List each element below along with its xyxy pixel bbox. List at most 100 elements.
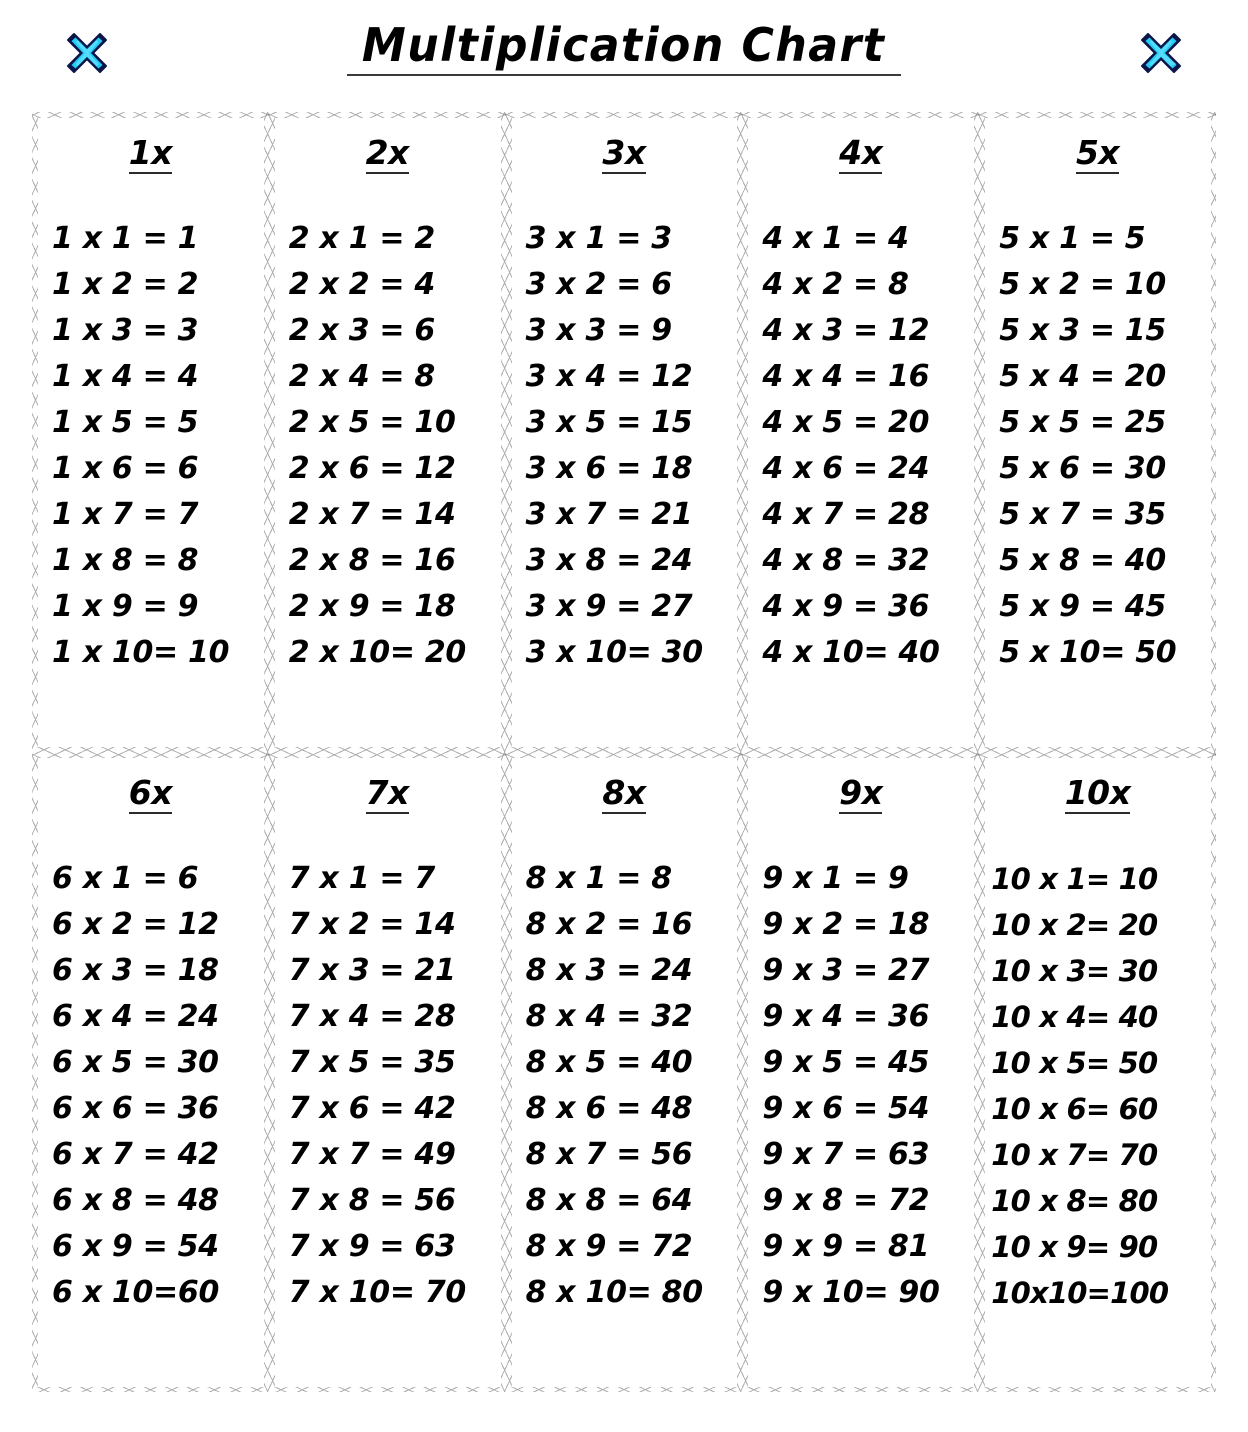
fact-row: 4 x 5 = 20 [762,405,930,440]
fact-row: 8 x 4 = 32 [525,999,693,1034]
fact-row: 5 x 8 = 40 [999,543,1166,578]
fact-row: 2 x 9 = 18 [288,589,456,624]
table-header-3x: 3x [602,136,646,174]
fact-row: 5 x 1 = 5 [999,221,1146,256]
fact-row: 7 x 7 = 49 [288,1137,456,1172]
table-header-10x: 10x [1064,773,1131,814]
fact-row: 3 x 3 = 9 [525,313,672,348]
fact-row: 4 x 4 = 16 [762,359,930,394]
fact-row: 1 x 8 = 8 [52,543,199,578]
fact-list-1x: 1 x 1 = 1 1 x 2 = 2 1 x 3 = 3 1 x 4 = 4 … [32,216,269,676]
cell-border-top-icon [268,112,506,118]
table-header-5x: 5x [1075,133,1120,174]
fact-row: 1 x 3 = 3 [52,313,199,348]
cell-border-bottom-icon [742,1387,980,1392]
fact-row: 9 x 9 = 81 [762,1229,930,1264]
fact-row: 4 x 2 = 8 [762,267,909,302]
table-cell-5x: 5x 5 x 1 = 5 5 x 2 = 10 5 x 3 = 15 5 x 4… [979,112,1216,752]
table-header-label: 2x [365,133,410,172]
fact-row: 7 x 1 = 7 [288,861,435,896]
table-cell-6x: 6x 6 x 1 = 6 6 x 2 = 12 6 x 3 = 18 6 x 4… [32,752,269,1392]
x-mark-icon-right [1137,28,1185,76]
fact-row: 1 x 9 = 9 [52,589,199,624]
fact-row: 4 x 1 = 4 [762,221,909,256]
cell-border-top-icon [742,752,980,758]
table-header-4x: 4x [839,136,883,174]
fact-row: 4 x 7 = 28 [762,497,930,532]
fact-row: 10 x 5= 50 [991,1046,1158,1080]
fact-row: 4 x 8 = 32 [762,543,930,578]
fact-row: 2 x 8 = 16 [288,543,456,578]
fact-row: 1 x 10= 10 [52,635,230,670]
fact-row: 8 x 6 = 48 [525,1091,693,1126]
table-header-9x: 9x [839,776,883,814]
fact-row: 9 x 2 = 18 [762,907,930,942]
cell-border-top-icon [32,112,269,118]
table-cell-7x: 7x 7 x 1 = 7 7 x 2 = 14 7 x 3 = 21 7 x 4… [268,752,506,1392]
fact-list-3x: 3 x 1 = 3 3 x 2 = 6 3 x 3 = 9 3 x 4 = 12… [506,216,743,676]
table-header-underline [128,812,173,814]
fact-row: 6 x 7 = 42 [52,1137,219,1172]
fact-row: 6 x 10=60 [52,1275,220,1310]
table-header-label: 10x [1064,773,1131,812]
fact-row: 4 x 6 = 24 [762,451,930,486]
fact-row: 3 x 5 = 15 [525,405,693,440]
table-header-label: 1x [128,133,173,172]
fact-row: 1 x 1 = 1 [52,221,199,256]
table-cell-9x: 9x 9 x 1 = 9 9 x 2 = 18 9 x 3 = 27 9 x 4… [742,752,980,1392]
fact-row: 9 x 6 = 54 [762,1091,930,1126]
fact-row: 3 x 9 = 27 [525,589,693,624]
fact-row: 6 x 9 = 54 [52,1229,219,1264]
table-cell-8x: 8x 8 x 1 = 8 8 x 2 = 16 8 x 3 = 24 8 x 4… [505,752,743,1392]
fact-row: 9 x 10= 90 [762,1275,940,1310]
cell-border-top-icon [505,752,743,758]
fact-row: 10 x 8= 80 [991,1184,1158,1218]
fact-list-6x: 6 x 1 = 6 6 x 2 = 12 6 x 3 = 18 6 x 4 = … [32,856,269,1316]
fact-row: 1 x 6 = 6 [52,451,199,486]
fact-row: 9 x 1 = 9 [762,861,909,896]
cell-border-top-icon [268,752,506,758]
table-header-8x: 8x [602,776,646,814]
fact-row: 10 x 2= 20 [991,908,1158,942]
fact-row: 7 x 10= 70 [288,1275,467,1310]
fact-row: 7 x 3 = 21 [288,953,456,988]
table-header-underline [839,172,883,174]
cell-border-top-icon [979,752,1216,758]
fact-row: 5 x 7 = 35 [999,497,1166,532]
table-cell-3x: 3x 3 x 1 = 3 3 x 2 = 6 3 x 3 = 9 3 x 4 =… [505,112,743,752]
fact-list-5x: 5 x 1 = 5 5 x 2 = 10 5 x 3 = 15 5 x 4 = … [979,216,1216,676]
fact-row: 6 x 1 = 6 [52,861,199,896]
table-header-underline [602,812,646,814]
fact-row: 1 x 7 = 7 [52,497,199,532]
fact-row: 9 x 5 = 45 [762,1045,930,1080]
cell-border-bottom-icon [979,1387,1216,1392]
fact-row: 10 x 1= 10 [991,862,1158,896]
fact-row: 7 x 9 = 63 [288,1229,456,1264]
fact-row: 1 x 5 = 5 [52,405,199,440]
table-header-underline [365,812,409,814]
table-header-7x: 7x [365,776,409,814]
table-header-underline [602,172,646,174]
fact-row: 2 x 6 = 12 [288,451,456,486]
table-cell-2x: 2x 2 x 1 = 2 2 x 2 = 4 2 x 3 = 6 2 x 4 =… [268,112,506,752]
fact-row: 4 x 9 = 36 [762,589,930,624]
fact-list-2x: 2 x 1 = 2 2 x 2 = 4 2 x 3 = 6 2 x 4 = 8 … [269,216,506,676]
fact-row: 5 x 2 = 10 [999,267,1166,302]
table-header-6x: 6x [128,773,173,814]
cell-border-bottom-icon [268,1387,506,1392]
table-header-underline [839,812,883,814]
table-header-label: 5x [1075,133,1120,172]
fact-row: 10 x 6= 60 [991,1092,1158,1126]
fact-row: 10 x 3= 30 [991,954,1158,988]
table-header-1x: 1x [128,133,173,174]
table-cell-4x: 4x 4 x 1 = 4 4 x 2 = 8 4 x 3 = 12 4 x 4 … [742,112,980,752]
table-header-label: 6x [128,773,173,812]
fact-row: 2 x 1 = 2 [288,221,435,256]
page-title-group: Multiplication Chart [347,22,901,76]
fact-row: 9 x 4 = 36 [762,999,930,1034]
fact-row: 8 x 8 = 64 [525,1183,693,1218]
fact-row: 7 x 2 = 14 [288,907,456,942]
fact-row: 3 x 8 = 24 [525,543,693,578]
cell-border-top-icon [32,752,269,758]
fact-row: 3 x 4 = 12 [525,359,693,394]
